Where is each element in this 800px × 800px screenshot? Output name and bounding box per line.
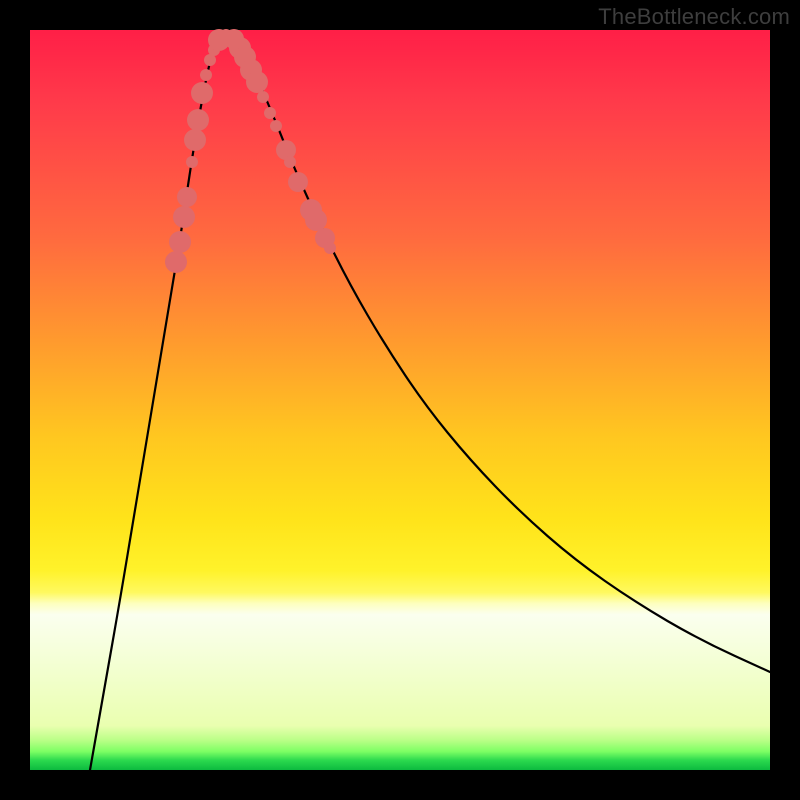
highlight-dot xyxy=(200,69,212,81)
highlight-dot xyxy=(173,206,195,228)
chart-frame: TheBottleneck.com xyxy=(0,0,800,800)
highlight-dot xyxy=(186,156,198,168)
watermark-text: TheBottleneck.com xyxy=(598,4,790,30)
highlight-dot xyxy=(165,251,187,273)
highlight-dot xyxy=(305,209,327,231)
highlight-dot xyxy=(270,120,282,132)
plot-area xyxy=(30,30,770,770)
highlight-dot xyxy=(177,187,197,207)
highlight-dots-group xyxy=(165,29,336,273)
highlight-dot xyxy=(284,156,296,168)
highlight-dot xyxy=(288,172,308,192)
highlight-dot xyxy=(187,109,209,131)
highlight-dot xyxy=(169,231,191,253)
highlight-dot xyxy=(184,129,206,151)
highlight-dot xyxy=(324,242,336,254)
highlight-dot xyxy=(257,91,269,103)
highlight-dot xyxy=(246,71,268,93)
highlight-dot xyxy=(191,82,213,104)
curve-svg xyxy=(30,30,770,770)
highlight-dot xyxy=(264,107,276,119)
